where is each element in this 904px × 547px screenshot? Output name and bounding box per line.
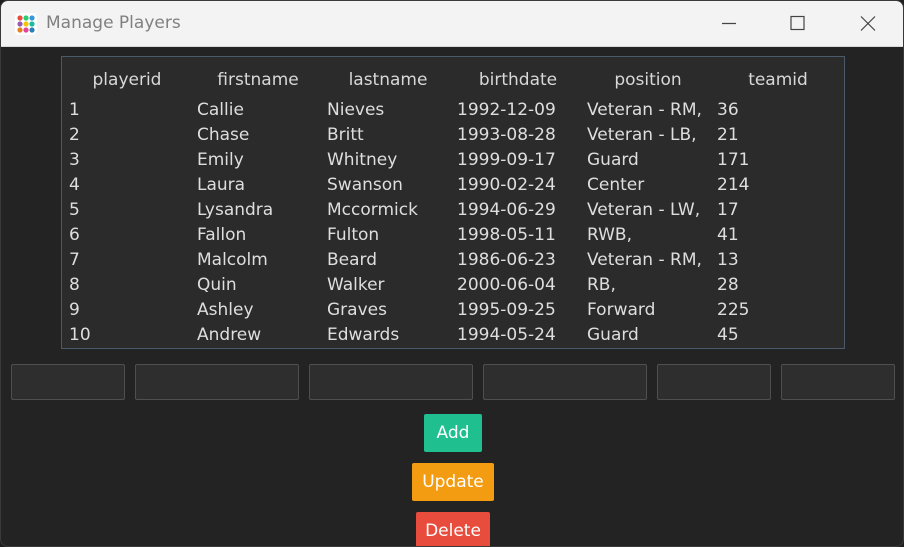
close-button[interactable] <box>845 1 891 46</box>
table-row[interactable]: 4 Laura Swanson 1990-02-24 Center 214 <box>62 173 844 198</box>
cell-position: RWB, <box>587 225 632 245</box>
cell-playerid: 7 <box>69 250 80 270</box>
cell-teamid: 41 <box>717 225 739 245</box>
cell-teamid: 17 <box>717 200 739 220</box>
cell-birthdate: 1990-02-24 <box>457 175 556 195</box>
firstname-input[interactable] <box>135 364 299 400</box>
cell-lastname: Whitney <box>327 150 398 170</box>
position-input[interactable] <box>657 364 771 400</box>
cell-lastname: Graves <box>327 300 387 320</box>
birthdate-input[interactable] <box>483 364 647 400</box>
cell-lastname: Beard <box>327 250 378 270</box>
cell-teamid: 13 <box>717 250 739 270</box>
cell-birthdate: 1993-08-28 <box>457 125 556 145</box>
minimize-icon <box>722 22 736 25</box>
cell-firstname: Ashley <box>197 300 254 320</box>
cell-lastname: Walker <box>327 275 385 295</box>
table-row[interactable]: 9 Ashley Graves 1995-09-25 Forward 225 <box>62 298 844 323</box>
cell-lastname: Mccormick <box>327 200 418 220</box>
cell-position: Forward <box>587 300 656 320</box>
delete-button[interactable]: Delete <box>416 512 490 546</box>
maximize-icon <box>790 15 805 31</box>
players-table[interactable]: playerid firstname lastname birthdate po… <box>61 56 845 349</box>
cell-birthdate: 2000-06-04 <box>457 275 556 295</box>
cell-position: RB, <box>587 275 616 295</box>
table-row[interactable]: 8 Quin Walker 2000-06-04 RB, 28 <box>62 273 844 298</box>
table-row[interactable]: 6 Fallon Fulton 1998-05-11 RWB, 41 <box>62 223 844 248</box>
cell-lastname: Swanson <box>327 175 403 195</box>
table-row[interactable]: 3 Emily Whitney 1999-09-17 Guard 171 <box>62 148 844 173</box>
cell-birthdate: 1986-06-23 <box>457 250 556 270</box>
cell-teamid: 214 <box>717 175 750 195</box>
cell-position: Veteran - LB, <box>587 125 697 145</box>
column-header-playerid[interactable]: playerid <box>62 70 192 90</box>
cell-lastname: Edwards <box>327 325 400 345</box>
cell-playerid: 6 <box>69 225 80 245</box>
manage-players-window: Manage Players playerid firstname lastna… <box>0 0 904 547</box>
cell-firstname: Malcolm <box>197 250 268 270</box>
column-header-firstname[interactable]: firstname <box>193 70 323 90</box>
cell-playerid: 9 <box>69 300 80 320</box>
table-row[interactable]: 7 Malcolm Beard 1986-06-23 Veteran - RM, 13 <box>62 248 844 273</box>
table-row[interactable]: 5 Lysandra Mccormick 1994-06-29 Veteran - LW… <box>62 198 844 223</box>
column-header-birthdate[interactable]: birthdate <box>453 70 583 90</box>
cell-playerid: 2 <box>69 125 80 145</box>
cell-teamid: 171 <box>717 150 750 170</box>
cell-firstname: Callie <box>197 100 244 120</box>
cell-position: Veteran - RM, <box>587 250 702 270</box>
cell-birthdate: 1999-09-17 <box>457 150 556 170</box>
table-row[interactable]: 10 Andrew Edwards 1994-05-24 Guard 45 <box>62 323 844 348</box>
app-dots-icon <box>15 13 37 35</box>
cell-firstname: Quin <box>197 275 237 295</box>
cell-teamid: 28 <box>717 275 739 295</box>
add-button[interactable]: Add <box>424 414 482 452</box>
table-row[interactable]: 2 Chase Britt 1993-08-28 Veteran - LB, 21 <box>62 123 844 148</box>
cell-birthdate: 1998-05-11 <box>457 225 556 245</box>
cell-birthdate: 1992-12-09 <box>457 100 556 120</box>
playerid-input[interactable] <box>11 364 125 400</box>
cell-firstname: Laura <box>197 175 246 195</box>
cell-lastname: Fulton <box>327 225 380 245</box>
column-header-position[interactable]: position <box>583 70 713 90</box>
window-title: Manage Players <box>46 13 181 33</box>
cell-lastname: Nieves <box>327 100 385 120</box>
title-bar[interactable]: Manage Players <box>1 1 903 47</box>
cell-firstname: Andrew <box>197 325 262 345</box>
cell-position: Guard <box>587 150 639 170</box>
update-button[interactable]: Update <box>412 463 494 501</box>
cell-firstname: Fallon <box>197 225 247 245</box>
cell-playerid: 3 <box>69 150 80 170</box>
cell-playerid: 8 <box>69 275 80 295</box>
cell-position: Center <box>587 175 645 195</box>
cell-position: Guard <box>587 325 639 345</box>
cell-firstname: Lysandra <box>197 200 274 220</box>
cell-birthdate: 1994-06-29 <box>457 200 556 220</box>
maximize-button[interactable] <box>774 1 820 46</box>
minimize-button[interactable] <box>706 1 752 46</box>
teamid-input[interactable] <box>781 364 895 400</box>
cell-birthdate: 1994-05-24 <box>457 325 556 345</box>
column-header-lastname[interactable]: lastname <box>323 70 453 90</box>
cell-firstname: Emily <box>197 150 244 170</box>
close-icon <box>860 16 876 31</box>
cell-teamid: 36 <box>717 100 739 120</box>
cell-teamid: 45 <box>717 325 739 345</box>
cell-position: Veteran - LW, <box>587 200 701 220</box>
cell-lastname: Britt <box>327 125 364 145</box>
cell-teamid: 21 <box>717 125 739 145</box>
cell-birthdate: 1995-09-25 <box>457 300 556 320</box>
cell-playerid: 1 <box>69 100 80 120</box>
cell-playerid: 4 <box>69 175 80 195</box>
cell-playerid: 5 <box>69 200 80 220</box>
cell-position: Veteran - RM, <box>587 100 702 120</box>
cell-playerid: 10 <box>69 325 91 345</box>
lastname-input[interactable] <box>309 364 473 400</box>
cell-teamid: 225 <box>717 300 750 320</box>
table-row[interactable]: 1 Callie Nieves 1992-12-09 Veteran - RM, 36 <box>62 98 844 123</box>
column-header-teamid[interactable]: teamid <box>713 70 843 90</box>
cell-firstname: Chase <box>197 125 250 145</box>
